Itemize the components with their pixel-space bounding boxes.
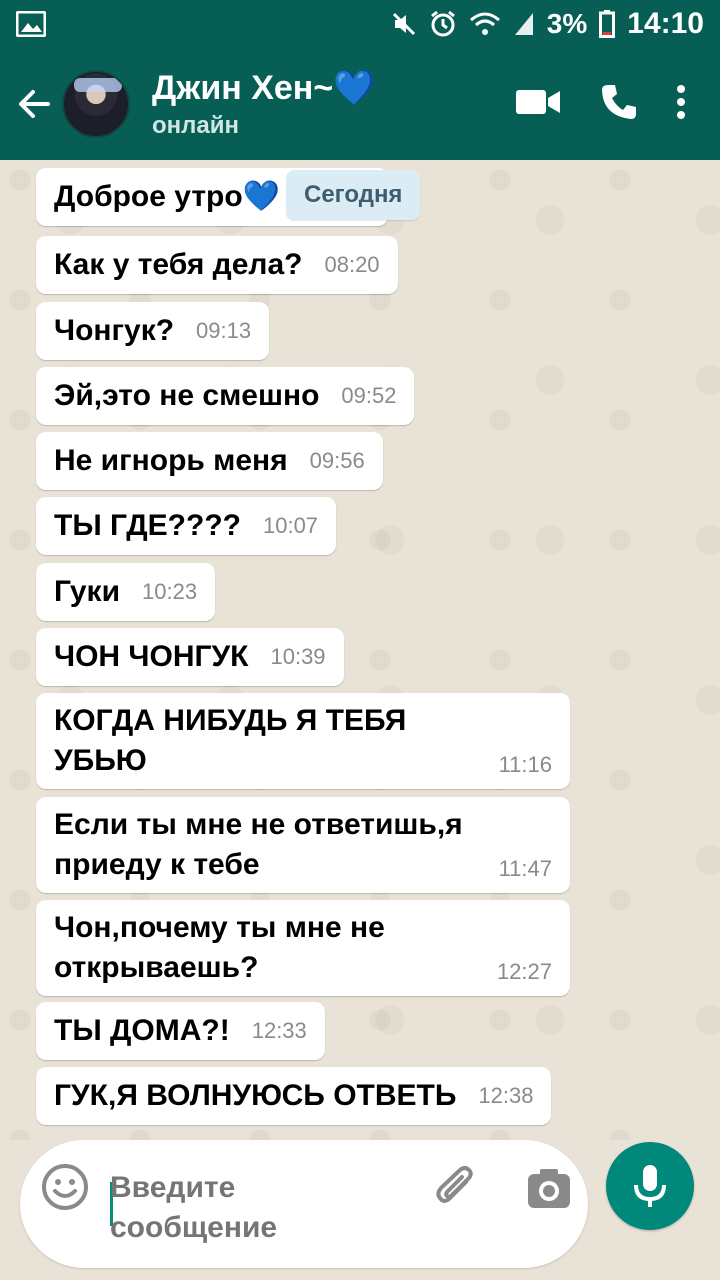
camera-icon — [528, 1169, 570, 1208]
message-text: КОГДА НИБУДЬ Я ТЕБЯ — [54, 704, 407, 737]
video-call-icon — [516, 89, 560, 114]
message-bubble[interactable]: ТЫ ГДЕ???? 10:07 — [36, 497, 337, 555]
clock: 14:10 — [627, 7, 704, 40]
mic-icon — [634, 1165, 666, 1207]
message-bubble[interactable]: ГУК,Я ВОЛНУЮСЬ ОТВЕТЬ 12:38 — [36, 1067, 552, 1125]
back-arrow-icon — [19, 90, 50, 118]
message-time: 08:20 — [324, 252, 380, 277]
message-bubble[interactable]: Не игнорь меня 09:56 — [36, 432, 383, 490]
message-input[interactable] — [110, 1168, 330, 1248]
more-vert-icon — [677, 84, 685, 119]
message-time: 11:16 — [498, 752, 552, 777]
phone-icon — [602, 84, 636, 119]
avatar[interactable] — [62, 70, 130, 138]
message-text: ТЫ ДОМА?! — [54, 1014, 230, 1047]
image-icon — [16, 11, 46, 37]
message-bubble[interactable]: ТЫ ДОМА?! 12:33 — [36, 1002, 325, 1060]
message-bubble[interactable]: Чон,почему ты мне не открываешь? 12:27 — [36, 900, 570, 996]
message-text: Эй,это не смешно — [54, 379, 320, 412]
message-bubble[interactable]: Если ты мне не ответишь,я приеду к тебе … — [36, 797, 570, 893]
message-bubble[interactable]: КОГДА НИБУДЬ Я ТЕБЯ УБЬЮ 11:16 — [36, 693, 570, 789]
message-text: Чон,почему ты мне не — [54, 911, 385, 944]
alarm-icon — [429, 10, 457, 38]
message-time: 09:13 — [196, 318, 252, 343]
attach-button[interactable] — [432, 1164, 482, 1214]
message-text: Чонгук? — [54, 314, 175, 347]
back-button[interactable] — [6, 48, 62, 160]
status-bar: 3% 14:10 — [0, 0, 720, 48]
chat-header: Джин Хен~💙 онлайн — [0, 48, 720, 160]
message-time: 10:07 — [262, 513, 319, 538]
message-time: 10:39 — [270, 644, 326, 669]
chat-area[interactable]: Доброе утро💙 Как у тебя дела? 08:20 Чонг… — [0, 160, 720, 1140]
message-text: ЧОН ЧОНГУК — [54, 640, 249, 673]
message-text: ТЫ ГДЕ???? — [54, 509, 241, 542]
contact-name: Джин Хен~💙 — [152, 69, 376, 107]
message-time: 11:47 — [498, 856, 552, 881]
emoji-button[interactable] — [40, 1162, 90, 1212]
battery-percent: 3% — [546, 8, 588, 39]
emoji-icon — [42, 1164, 88, 1210]
attach-icon — [436, 1166, 473, 1203]
contact-info[interactable]: Джин Хен~💙 онлайн — [152, 68, 376, 140]
voice-record-button[interactable] — [606, 1142, 694, 1230]
message-text: Если ты мне не ответишь,я — [54, 808, 463, 841]
message-text: Доброе утро💙 — [54, 180, 281, 213]
message-bubble[interactable]: ЧОН ЧОНГУК 10:39 — [36, 628, 344, 686]
message-time: 09:56 — [309, 448, 365, 473]
mute-icon — [391, 11, 417, 37]
message-text: открываешь? — [54, 951, 259, 984]
message-time: 12:33 — [251, 1018, 307, 1043]
more-options-button[interactable] — [676, 84, 686, 125]
message-text: Гуки — [54, 575, 121, 608]
wifi-icon — [469, 11, 501, 37]
signal-icon — [513, 11, 535, 37]
message-bubble[interactable]: Гуки 10:23 — [36, 563, 216, 621]
message-time: 12:27 — [496, 959, 552, 984]
message-time: 12:38 — [478, 1083, 534, 1108]
message-time: 09:52 — [341, 383, 397, 408]
video-call-button[interactable] — [516, 88, 562, 121]
message-text: Не игнорь меня — [54, 444, 288, 477]
voice-call-button[interactable] — [600, 83, 638, 126]
contact-status: онлайн — [152, 112, 239, 139]
message-text: Как у тебя дела? — [54, 248, 303, 281]
battery-icon — [599, 10, 616, 38]
message-time: 10:23 — [142, 579, 198, 604]
message-text: УБЬЮ — [54, 744, 147, 777]
message-composer — [20, 1140, 588, 1268]
message-bubble[interactable]: Эй,это не смешно 09:52 — [36, 367, 415, 425]
message-bubble[interactable]: Как у тебя дела? 08:20 — [36, 236, 398, 294]
camera-button[interactable] — [524, 1164, 574, 1214]
message-text: ГУК,Я ВОЛНУЮСЬ ОТВЕТЬ — [54, 1079, 457, 1112]
date-separator: Сегодня — [286, 170, 421, 220]
message-bubble[interactable]: Чонгук? 09:13 — [36, 302, 270, 360]
message-text: приеду к тебе — [54, 848, 260, 881]
